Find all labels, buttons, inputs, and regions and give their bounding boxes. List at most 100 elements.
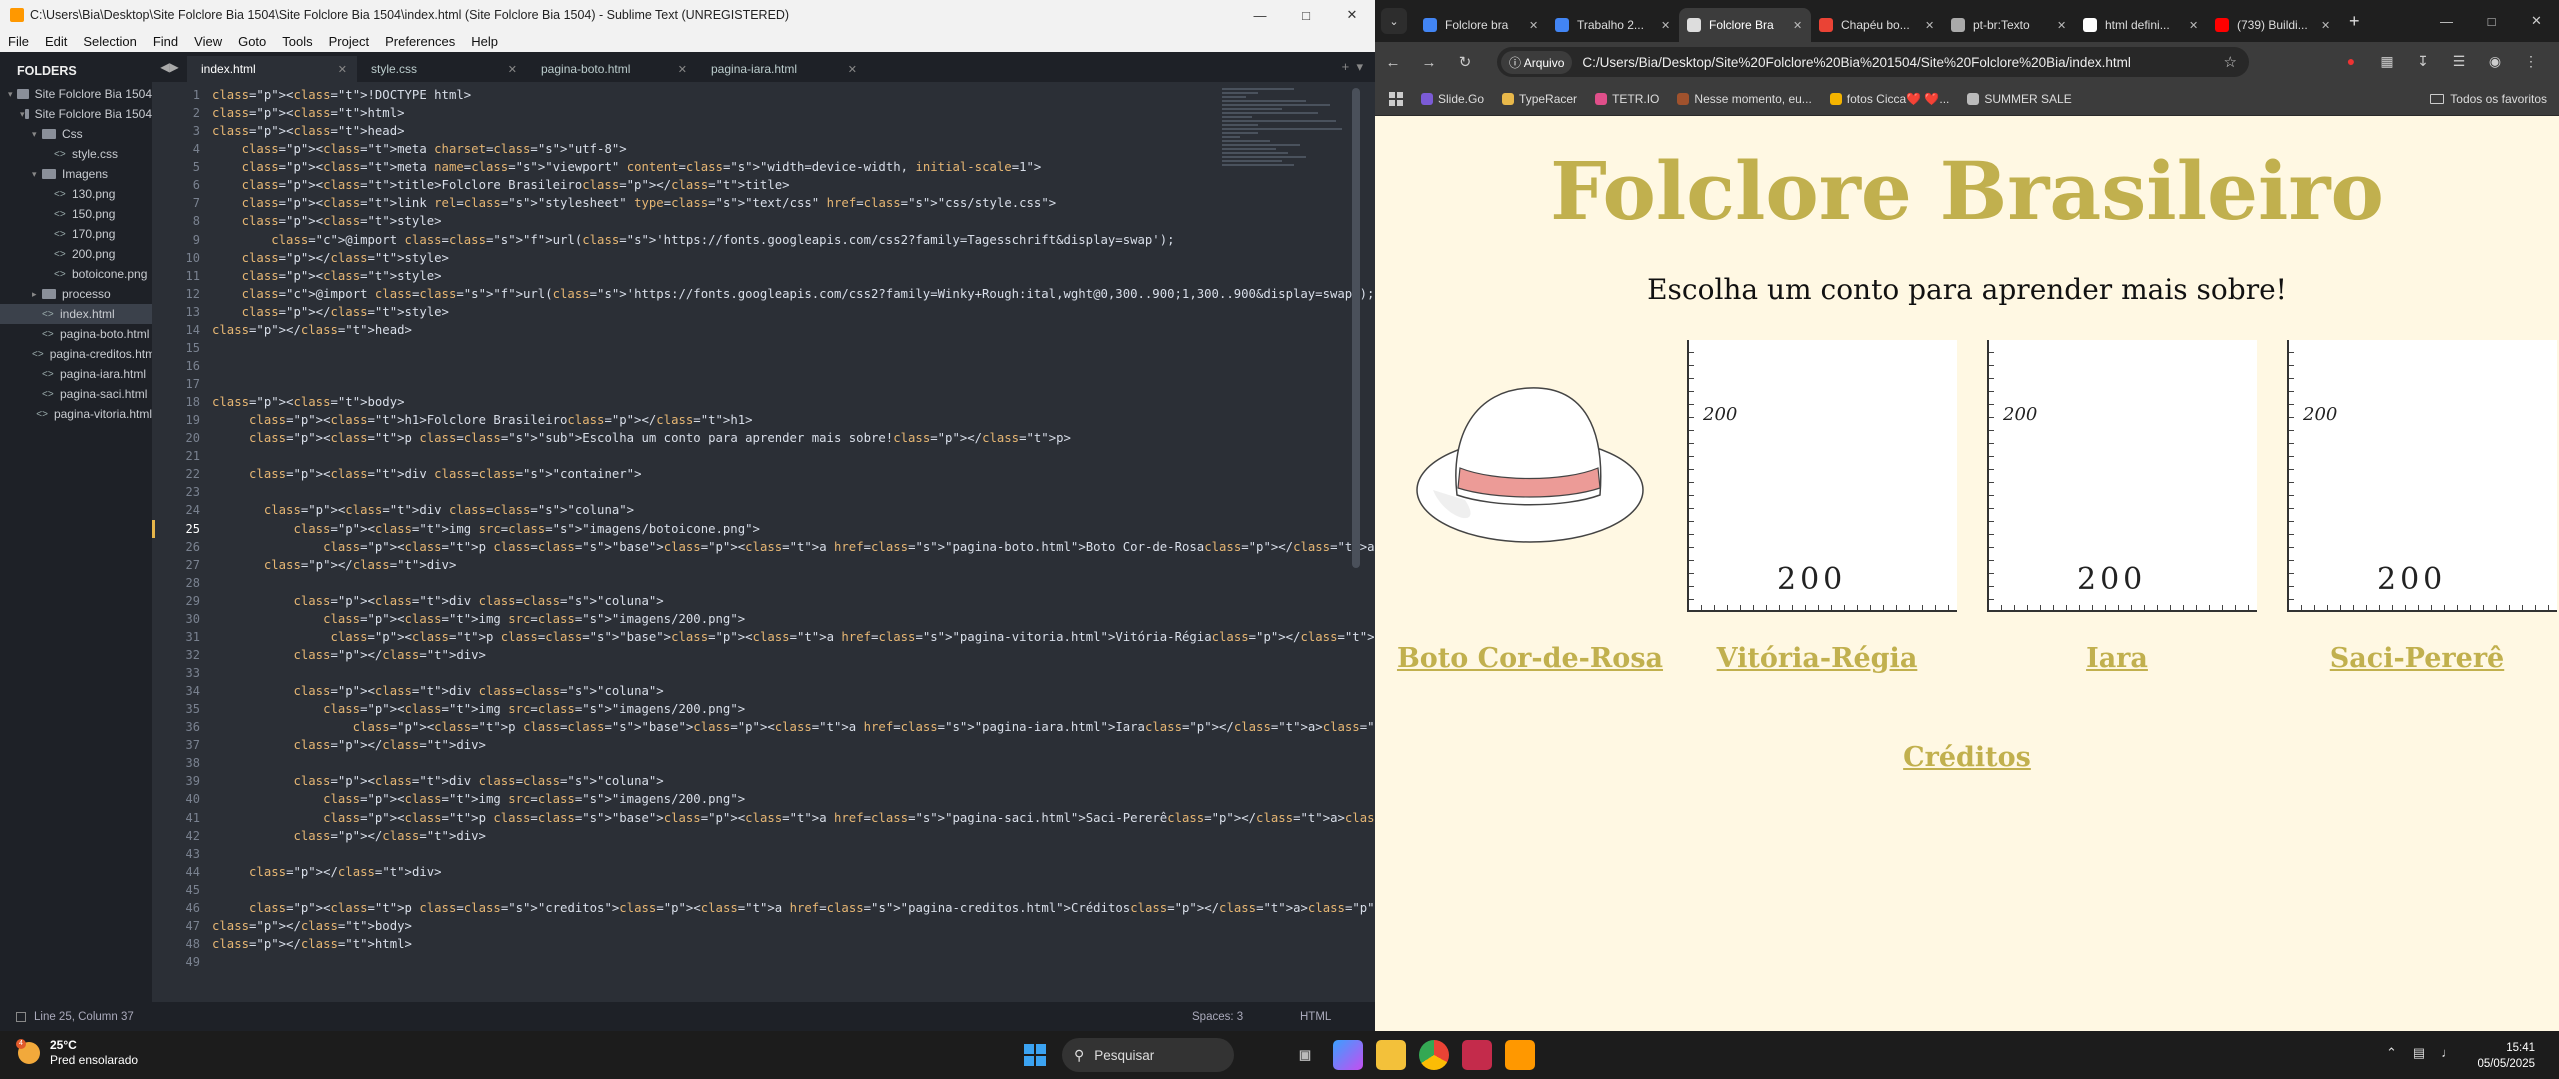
sidebar-file[interactable]: <> pagina-saci.html xyxy=(0,384,152,404)
close-tab-icon[interactable]: ✕ xyxy=(2057,19,2075,32)
code-line[interactable]: class="p"></class="t">div> xyxy=(212,736,1252,754)
clock[interactable]: 15:41 05/05/2025 xyxy=(2477,1040,2535,1072)
sidebar-folder[interactable]: ▾ Site Folclore Bia 1504 xyxy=(0,84,152,104)
bookmark-star-icon[interactable]: ☆ xyxy=(2224,53,2237,71)
link-boto[interactable]: Boto Cor-de-Rosa xyxy=(1380,643,1680,674)
code-line[interactable] xyxy=(212,574,1252,592)
code-line[interactable]: class="p"><class="t">style> xyxy=(212,212,1252,230)
browser-tab[interactable]: Folclore bra ✕ xyxy=(1415,8,1547,42)
menu-item[interactable]: Tools xyxy=(274,34,320,49)
code-line[interactable]: class="p"><class="t">html> xyxy=(212,104,1252,122)
code-line[interactable]: class="p"></class="t">div> xyxy=(212,863,1252,881)
code-line[interactable] xyxy=(212,845,1252,863)
menu-item[interactable]: View xyxy=(186,34,230,49)
minimap[interactable] xyxy=(1222,86,1342,196)
code-line[interactable]: class="p"></class="t">style> xyxy=(212,249,1252,267)
code-line[interactable]: class="p"><class="t">meta charset=class=… xyxy=(212,140,1252,158)
all-bookmarks[interactable]: Todos os favoritos xyxy=(2430,92,2547,106)
code-line[interactable]: class="p"><class="t">h1>Folclore Brasile… xyxy=(212,411,1252,429)
code-line[interactable]: class="p"></class="t">head> xyxy=(212,321,1252,339)
weather-widget[interactable]: 4 25°C Pred ensolarado xyxy=(16,1038,138,1068)
code-editor[interactable]: 1 2 3 4 5 6 7 8 9 10 11 12 13 14 15 16 17 18 19 20 21 22 23 24 2… xyxy=(152,82,1567,1002)
menu-item[interactable]: Project xyxy=(321,34,377,49)
code-line[interactable] xyxy=(212,953,1252,971)
code-line[interactable]: class="p"><class="t">img src=class="s">"… xyxy=(212,610,1252,628)
tray-chevron-icon[interactable]: ⌃ xyxy=(2386,1045,2397,1061)
code-line[interactable]: class="p"><class="t">p class=class="s">"… xyxy=(212,899,1486,917)
downloads-icon[interactable]: ↧ xyxy=(2405,53,2441,70)
taskbar-search[interactable]: ⚲ Pesquisar xyxy=(1062,1038,1234,1072)
close-tab-icon[interactable]: ✕ xyxy=(1793,19,1811,32)
sidebar-file[interactable]: <> style.css xyxy=(0,144,152,164)
tab-search-icon[interactable]: ⌄ xyxy=(1381,8,1407,34)
close-tab-icon[interactable]: ✕ xyxy=(848,63,857,76)
sidebar-file[interactable]: <> 170.png xyxy=(0,224,152,244)
bookmark-item[interactable]: fotos Cicca❤️ ❤️... xyxy=(1829,92,1949,106)
close-tab-icon[interactable]: ✕ xyxy=(508,63,517,76)
code-line[interactable]: class="p"><class="t">!DOCTYPE html> xyxy=(212,86,1252,104)
bookmark-item[interactable]: SUMMER SALE xyxy=(1967,92,2072,106)
editor-tab[interactable]: pagina-boto.html ✕ xyxy=(527,56,697,82)
code-line[interactable]: class="p"><class="t">div class=class="s"… xyxy=(212,682,1252,700)
code-line[interactable]: class="p"><class="t">head> xyxy=(212,122,1252,140)
sidebar-file[interactable]: <> pagina-boto.html xyxy=(0,324,152,344)
syntax-setting[interactable]: HTML xyxy=(1300,1011,1331,1023)
code-area[interactable]: class="p"><class="t">!DOCTYPE html> class… xyxy=(212,86,1567,971)
sidebar-file[interactable]: <> botoicone.png xyxy=(0,264,152,284)
close-tab-icon[interactable]: ✕ xyxy=(2189,19,2207,32)
code-line[interactable] xyxy=(212,664,1252,682)
code-line[interactable]: class="p"><class="t">p class=class="s">"… xyxy=(212,429,1252,447)
file-explorer-icon[interactable] xyxy=(1376,1040,1406,1070)
sidebar-file[interactable]: <> pagina-iara.html xyxy=(0,364,152,384)
new-tab-icon[interactable]: + xyxy=(2349,11,2360,32)
browser-minimize-icon[interactable]: — xyxy=(2424,0,2469,42)
close-tab-icon[interactable]: ✕ xyxy=(338,63,347,76)
browser-close-icon[interactable]: ✕ xyxy=(2514,0,2559,42)
sidebar-folder[interactable]: ▸ processo xyxy=(0,284,152,304)
code-line[interactable]: class="p"><class="t">style> xyxy=(212,267,1252,285)
sidebar-folder[interactable]: ▾ Imagens xyxy=(0,164,152,184)
url-text[interactable]: C:/Users/Bia/Desktop/Site%20Folclore%20B… xyxy=(1582,55,2131,70)
back-icon[interactable]: ← xyxy=(1375,54,1411,71)
close-tab-icon[interactable]: ✕ xyxy=(2321,19,2339,32)
sidebar-file[interactable]: <> 150.png xyxy=(0,204,152,224)
link-creditos[interactable]: Créditos xyxy=(1375,742,2559,773)
sidebar-file[interactable]: <> pagina-vitoria.html xyxy=(0,404,152,424)
sidebar-file[interactable]: <> 130.png xyxy=(0,184,152,204)
menu-item[interactable]: Edit xyxy=(37,34,75,49)
code-line[interactable]: class="p"><class="t">link rel=class="s">… xyxy=(212,194,1252,212)
close-tab-icon[interactable]: ✕ xyxy=(1529,19,1547,32)
extensions-puzzle-icon[interactable]: ▦ xyxy=(2369,53,2405,70)
editor-tab[interactable]: style.css ✕ xyxy=(357,56,527,82)
code-line[interactable] xyxy=(212,881,1252,899)
chrome-icon[interactable] xyxy=(1419,1040,1449,1070)
code-line[interactable]: class="p"></class="t">body> xyxy=(212,917,1252,935)
editor-tab[interactable]: pagina-iara.html ✕ xyxy=(697,56,867,82)
code-line[interactable]: class="p"></class="t">div> xyxy=(212,646,1252,664)
windows-start-icon[interactable] xyxy=(1024,1044,1046,1066)
link-iara[interactable]: Iara xyxy=(1967,643,2267,674)
indentation-setting[interactable]: Spaces: 3 xyxy=(1192,1011,1243,1023)
minimize-icon[interactable]: — xyxy=(1237,0,1283,30)
code-line[interactable]: class="p"><class="t">body> xyxy=(212,393,1252,411)
browser-tab[interactable]: Trabalho 2... ✕ xyxy=(1547,8,1679,42)
tab-nav-arrows-icon[interactable]: ◀▶ xyxy=(152,52,187,82)
menu-icon[interactable]: ⋮ xyxy=(2513,53,2549,70)
code-line[interactable]: class="p"><class="t">img src=class="s">"… xyxy=(212,520,1252,538)
maximize-icon[interactable]: □ xyxy=(1283,0,1329,30)
browser-tab[interactable]: pt-br:Texto ✕ xyxy=(1943,8,2075,42)
extension-icon[interactable]: ● xyxy=(2333,53,2369,70)
close-icon[interactable]: ✕ xyxy=(1329,0,1375,30)
editor-scrollbar[interactable] xyxy=(1352,88,1360,568)
sidebar-folder[interactable]: ▾ Site Folclore Bia 1504 xyxy=(0,104,152,124)
link-saci[interactable]: Saci-Pererê xyxy=(2267,643,2559,674)
sidebar-folder[interactable]: ▾ Css xyxy=(0,124,152,144)
code-line[interactable] xyxy=(212,754,1252,772)
code-line[interactable]: class="p"><class="t">div class=class="s"… xyxy=(212,465,1252,483)
code-line[interactable] xyxy=(212,483,1252,501)
address-bar[interactable]: ⓘ Arquivo C:/Users/Bia/Desktop/Site%20Fo… xyxy=(1497,47,2249,77)
browser-tab[interactable]: Chapéu bo... ✕ xyxy=(1811,8,1943,42)
panel-toggle-icon[interactable] xyxy=(16,1011,26,1022)
code-line[interactable]: class="p"><class="t">title>Folclore Bras… xyxy=(212,176,1252,194)
code-line[interactable] xyxy=(212,357,1252,375)
